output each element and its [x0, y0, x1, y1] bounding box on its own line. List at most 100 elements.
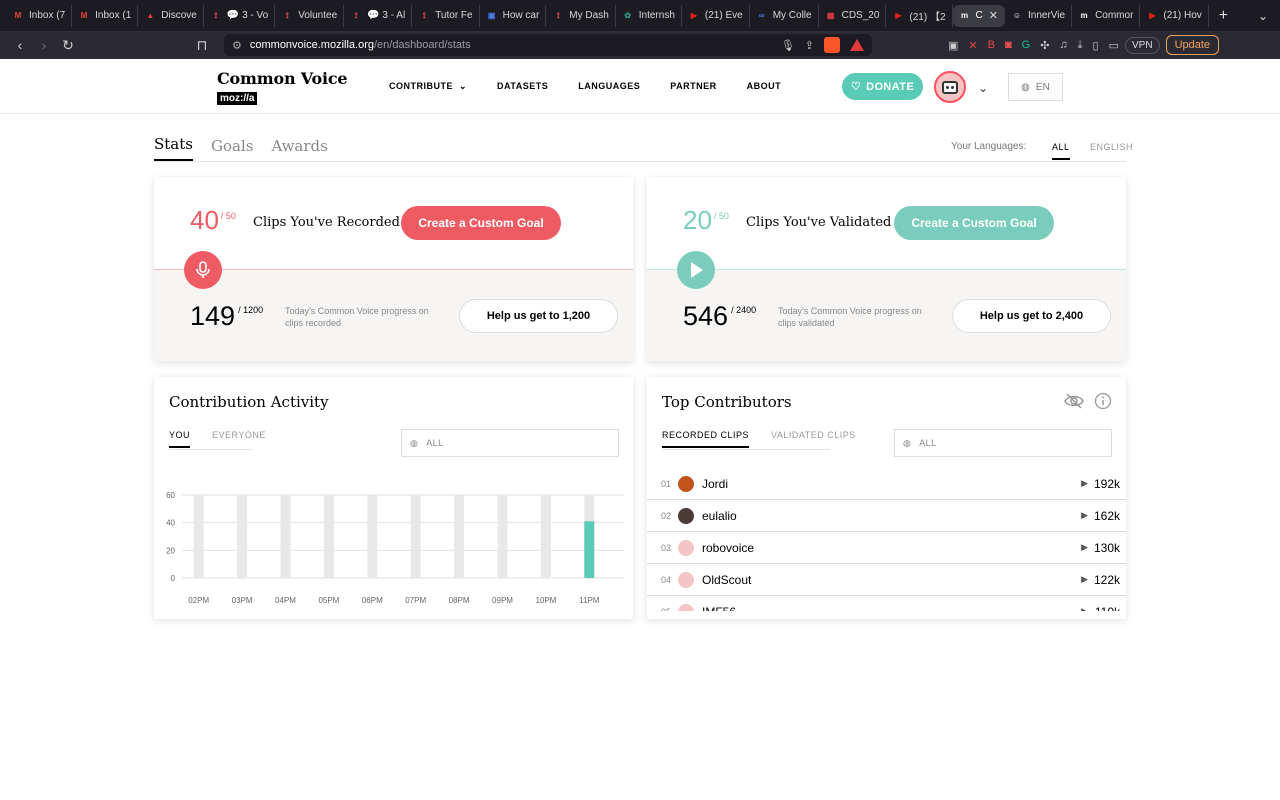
nav-partner[interactable]: PARTNER: [670, 81, 716, 92]
tab-list-chevron-icon[interactable]: ⌄: [1258, 9, 1268, 23]
tab-label: Tutor Fe: [435, 10, 473, 21]
lang-tab-english[interactable]: ENGLISH: [1090, 142, 1133, 152]
new-tab-icon[interactable]: +: [1219, 7, 1228, 25]
tab-label: Inbox (1: [95, 10, 132, 21]
contributor-rank: 03: [661, 542, 672, 553]
extension-icon[interactable]: ◙: [1005, 39, 1012, 51]
browser-tab[interactable]: m C ✕: [952, 4, 1005, 27]
play-icon[interactable]: ▶: [1081, 542, 1088, 553]
tab-everyone[interactable]: EVERYONE: [212, 430, 266, 448]
bar-track: [237, 495, 248, 578]
close-icon[interactable]: ✕: [989, 9, 998, 22]
vpn-button[interactable]: VPN: [1125, 36, 1160, 54]
browser-tab[interactable]: ⟟ 💬 3 - Al: [344, 4, 413, 27]
nav-languages[interactable]: LANGUAGES: [578, 81, 640, 92]
grammarly-icon[interactable]: G: [1022, 39, 1031, 51]
tab-favicon-icon: ▶: [1149, 11, 1156, 20]
tab-label: My Colle: [772, 10, 812, 21]
tab-favicon-icon: ⟟: [214, 10, 218, 20]
puzzle-icon[interactable]: ✣: [1040, 39, 1049, 52]
list-item: 04 OldScout ▶ 122k: [647, 564, 1126, 596]
bar-track: [540, 495, 551, 578]
tab-label: How car: [502, 10, 540, 21]
help-us-button[interactable]: Help us get to 2,400: [952, 299, 1111, 333]
site-settings-icon[interactable]: ⚙: [232, 39, 242, 52]
eye-off-icon[interactable]: [1064, 392, 1084, 410]
reload-icon[interactable]: ↻: [56, 37, 80, 54]
sidebar-toggle-icon[interactable]: ▯: [1093, 39, 1099, 52]
globe-icon: ◍: [1021, 81, 1030, 93]
browser-tab[interactable]: ⟟ My Dash: [546, 4, 616, 27]
browser-tab[interactable]: ✿ Internsh: [616, 4, 682, 27]
browser-tab[interactable]: ⟟ 💬 3 - Vo: [204, 4, 276, 27]
tab-you[interactable]: YOU: [169, 430, 191, 448]
tab-label: InnerVie: [1027, 10, 1066, 21]
forward-arrow-icon[interactable]: ›: [32, 37, 56, 53]
language-select[interactable]: ◍ ALL: [401, 429, 619, 457]
download-icon[interactable]: ⤓: [1078, 39, 1083, 52]
robot-avatar-icon: [942, 80, 958, 94]
list-item: 01 Jordi ▶ 192k: [647, 468, 1126, 500]
browser-tab[interactable]: ▲ Discove: [138, 4, 204, 27]
browser-tab-bar: M Inbox (7 M Inbox (1 ▲ Discove ⟟ 💬 3 - Vo ⟟ Volu…: [0, 0, 1280, 31]
bookmark-icon[interactable]: ⊓: [190, 37, 214, 54]
url-bar[interactable]: ⚙ commonvoice.mozilla.org/en/dashboard/s…: [224, 34, 872, 56]
music-icon[interactable]: ♫: [1059, 39, 1067, 51]
validated-goal-value: 20/ 50: [683, 205, 729, 235]
browser-tab[interactable]: ▦ CDS_20: [819, 4, 887, 27]
record-button[interactable]: [184, 251, 222, 289]
tab-stats[interactable]: Stats: [154, 135, 193, 161]
nav-about[interactable]: ABOUT: [747, 81, 782, 92]
validated-today-text: Today's Common Voice progress on clips v…: [778, 306, 922, 328]
tab-favicon-icon: ▶: [690, 11, 697, 20]
chevron-down-icon[interactable]: ⌄: [978, 81, 988, 95]
browser-tab[interactable]: m Commor: [1072, 4, 1141, 27]
extension-icon[interactable]: B: [988, 39, 995, 51]
tab-goals[interactable]: Goals: [211, 137, 253, 161]
back-arrow-icon[interactable]: ‹: [8, 37, 32, 53]
create-custom-goal-button[interactable]: Create a Custom Goal: [401, 206, 561, 240]
help-us-button[interactable]: Help us get to 1,200: [459, 299, 618, 333]
recorded-today-text: Today's Common Voice progress on clips r…: [285, 306, 429, 328]
user-avatar[interactable]: [934, 71, 966, 103]
browser-tab[interactable]: ∞ My Colle: [750, 4, 819, 27]
extension-icon[interactable]: ▣: [948, 39, 958, 52]
play-icon[interactable]: ▶: [1081, 510, 1088, 521]
play-icon[interactable]: ▶: [1081, 478, 1088, 489]
browser-tab[interactable]: ⟟ Voluntee: [275, 4, 345, 27]
nav-contribute[interactable]: CONTRIBUTE ⌄: [389, 81, 467, 92]
browser-tab[interactable]: ⟟ Tutor Fe: [412, 4, 480, 27]
browser-tab[interactable]: ▶ (21) 【2: [886, 4, 953, 27]
wallet-icon[interactable]: ▭: [1109, 39, 1119, 52]
tab-favicon-icon: m: [960, 11, 969, 20]
tab-validated-clips[interactable]: VALIDATED CLIPS: [771, 430, 856, 448]
browser-tab[interactable]: ▶ (21) Hov: [1140, 4, 1209, 27]
extension-icon[interactable]: ✕: [968, 39, 977, 52]
info-icon[interactable]: [1094, 392, 1112, 410]
tab-awards[interactable]: Awards: [271, 137, 327, 161]
brave-rewards-icon[interactable]: [850, 39, 864, 51]
language-selector[interactable]: ◍ EN: [1008, 73, 1063, 101]
nav-datasets[interactable]: DATASETS: [497, 81, 548, 92]
share-icon[interactable]: ⇪: [805, 39, 814, 52]
browser-tab[interactable]: ☺ InnerVie: [1005, 4, 1073, 27]
microphone-icon[interactable]: 🎙: [781, 39, 795, 52]
create-custom-goal-button[interactable]: Create a Custom Goal: [894, 206, 1054, 240]
common-voice-logo[interactable]: Common Voice moz://a: [217, 69, 348, 106]
brave-shields-icon[interactable]: [824, 37, 840, 53]
update-button[interactable]: Update: [1165, 35, 1220, 55]
language-select[interactable]: ◍ ALL: [894, 429, 1112, 457]
donate-button[interactable]: ♡ DONATE: [842, 73, 923, 100]
tab-recorded-clips[interactable]: RECORDED CLIPS: [662, 430, 750, 448]
browser-tab[interactable]: ▣ How car: [480, 4, 547, 27]
browser-tab[interactable]: ▶ (21) Eve: [682, 4, 750, 27]
browser-tab[interactable]: M Inbox (1: [72, 4, 139, 27]
avatar: [678, 475, 694, 492]
play-icon[interactable]: ▶: [1081, 574, 1088, 585]
play-icon[interactable]: ▶: [1081, 606, 1088, 611]
play-button[interactable]: [677, 251, 715, 289]
recorded-today-value: 149/ 1200: [190, 301, 264, 331]
lang-tab-all[interactable]: ALL: [1052, 142, 1070, 160]
validated-stats-card: 20/ 50 Clips You've Validated Create a C…: [647, 177, 1126, 361]
browser-tab[interactable]: M Inbox (7: [6, 4, 73, 27]
